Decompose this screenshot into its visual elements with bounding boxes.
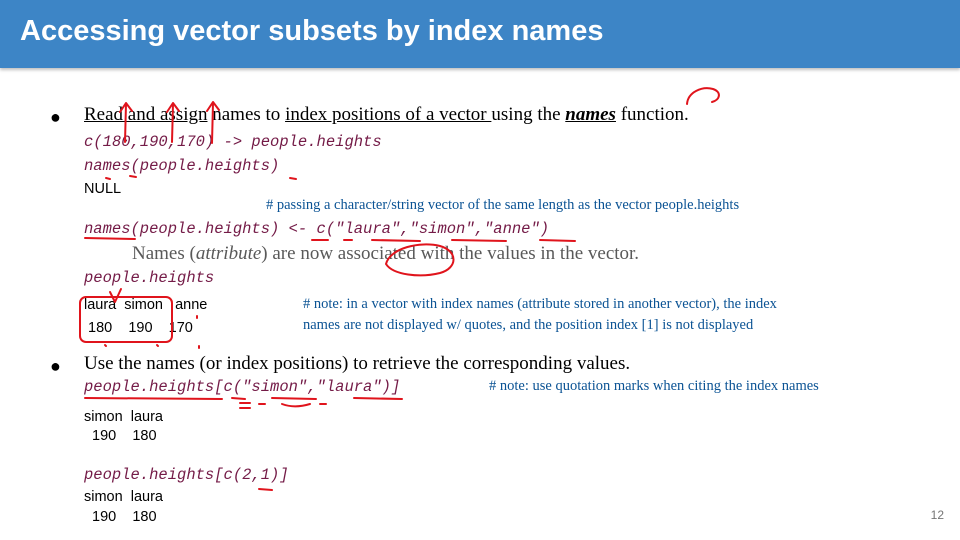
code-line-people-heights: people.heights: [84, 269, 215, 287]
annotation-underline-people-heights: [84, 397, 223, 400]
index-positions-text: index positions of a vector: [285, 104, 492, 125]
code-line-subset-by-index: people.heights[c(2,1)]: [84, 466, 289, 484]
bullet-marker-2: ●: [50, 356, 61, 376]
bullet-1-text-part: names to: [207, 104, 286, 125]
annotation-dash-2: [129, 175, 137, 178]
bullet-1-text-part: using the: [491, 104, 566, 125]
annotation-curl-names: [686, 87, 720, 105]
annotation-underline-simon: [451, 239, 507, 242]
output-values: 180 190 170: [84, 320, 193, 336]
annotation-equals-1: [239, 402, 251, 409]
output-index-subset-names: simon laura: [84, 489, 163, 505]
annotation-underline-laura2: [353, 397, 403, 400]
annotation-underline-names: [84, 237, 136, 240]
output-subset-names: simon laura: [84, 409, 163, 425]
annotation-dot-2: [156, 344, 159, 347]
sentence-part: Names (: [132, 243, 196, 264]
read-and-assign-text: Read and assign: [84, 104, 208, 125]
output-null: NULL: [84, 181, 122, 197]
annotation-underline-anne: [539, 239, 576, 242]
output-index-subset-values: 190 180: [84, 509, 157, 525]
annotation-underline-2: [258, 488, 273, 491]
code-line-assign-names: names(people.heights) <- c("laura","simo…: [84, 220, 550, 238]
bullet-marker-1: ●: [50, 107, 61, 127]
annotation-underline-laura: [371, 239, 421, 242]
annotation-dot-1: [104, 344, 107, 347]
page-number: 12: [930, 508, 944, 522]
annotation-underline-simon2: [271, 397, 317, 400]
output-index-names: laura simon anne: [84, 297, 208, 313]
comment-note-index-names-2: names are not displayed w/ quotes, and t…: [303, 317, 754, 333]
code-line-names-call: names(people.heights): [84, 157, 280, 175]
comment-note-index-names-1: # note: in a vector with index names (at…: [303, 296, 777, 312]
annotation-dash-3: [289, 177, 297, 180]
sentence-part: ) are now associated with the values in …: [261, 243, 640, 264]
annotation-dash-1: [105, 177, 111, 180]
bullet-1-text-part: function.: [615, 104, 689, 125]
annotation-underline-c2: [231, 397, 246, 400]
comment-quotation-marks: # note: use quotation marks when citing …: [489, 378, 819, 394]
annotation-squiggle-simon: [281, 403, 311, 408]
code-line-assign-vector: c(180,190,170) -> people.heights: [84, 133, 382, 151]
slide-title: Accessing vector subsets by index names: [20, 15, 604, 47]
output-subset-values: 190 180: [84, 428, 157, 444]
bullet-1-text: Read and assign names to index positions…: [84, 104, 689, 126]
title-bar: Accessing vector subsets by index names: [0, 0, 960, 68]
attribute-word: attribute: [195, 243, 262, 264]
names-function-text: names: [565, 104, 616, 125]
comment-passing-vector: # passing a character/string vector of t…: [266, 197, 740, 213]
names-attribute-sentence: Names (attribute) are now associated wit…: [132, 243, 639, 265]
code-line-subset-by-names: people.heights[c("simon","laura")]: [84, 378, 401, 396]
bullet-2-text: Use the names (or index positions) to re…: [84, 353, 631, 374]
